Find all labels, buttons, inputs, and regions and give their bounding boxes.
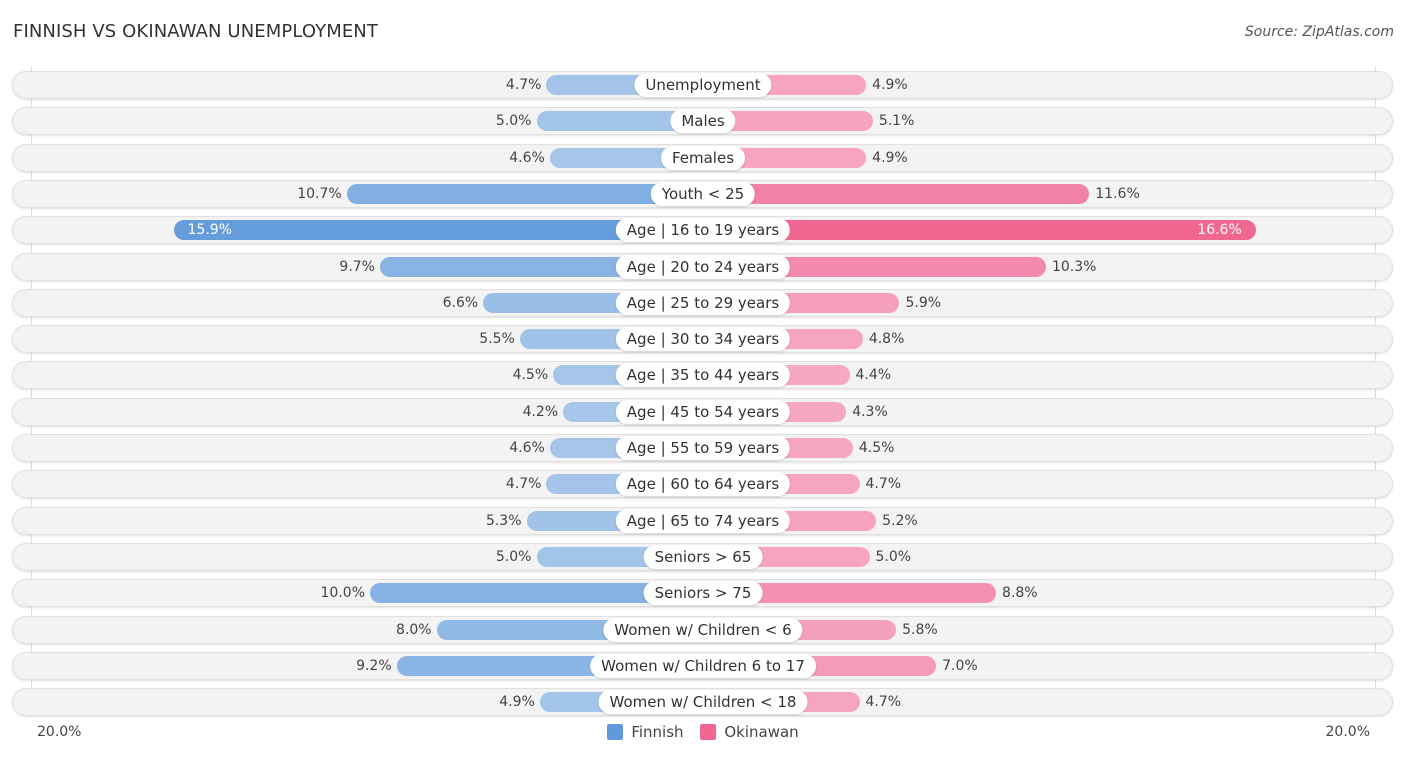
value-label-okinawan: 16.6% — [1197, 222, 1242, 239]
chart-row: 5.0% 5.0% Seniors > 65 — [12, 542, 1393, 571]
legend-swatch-finnish — [607, 724, 624, 740]
value-label-finnish: 4.7% — [505, 77, 542, 93]
category-label: Women w/ Children < 6 — [603, 617, 803, 642]
value-label-okinawan: 4.7% — [865, 476, 902, 493]
value-label-finnish: 5.0% — [495, 113, 532, 130]
category-label: Unemployment — [634, 73, 772, 97]
value-label-finnish: 5.5% — [479, 331, 515, 348]
value-label-finnish: 4.5% — [512, 367, 549, 384]
chart-row: 4.2% 4.3% Age | 45 to 54 years — [12, 397, 1393, 426]
value-label-okinawan: 10.3% — [1051, 258, 1097, 275]
category-label: Age | 30 to 34 years — [615, 327, 791, 352]
value-label-okinawan: 4.4% — [855, 367, 892, 384]
value-label-finnish: 5.3% — [485, 512, 522, 529]
value-label-okinawan: 4.5% — [858, 440, 895, 456]
value-label-okinawan: 5.8% — [902, 621, 938, 638]
bar-okinawan[interactable] — [703, 183, 1090, 204]
category-label: Seniors > 65 — [643, 544, 763, 569]
chart-row: 4.7% 4.9% Unemployment — [12, 71, 1393, 99]
value-label-finnish: 10.0% — [320, 585, 365, 602]
value-label-okinawan: 5.1% — [878, 113, 915, 130]
chart-row: 8.0% 5.8% Women w/ Children < 6 — [12, 615, 1393, 644]
chart-row: 15.9% 16.6% Age | 16 to 19 years — [12, 216, 1393, 245]
value-label-okinawan: 5.9% — [905, 294, 942, 311]
value-label-finnish: 4.6% — [509, 440, 545, 456]
value-label-finnish: 4.9% — [499, 694, 535, 711]
value-label-okinawan: 5.2% — [882, 512, 918, 529]
value-label-okinawan: 4.7% — [865, 694, 902, 711]
value-label-okinawan: 5.0% — [875, 548, 912, 565]
legend-label-okinawan: Okinawan — [724, 723, 799, 741]
value-label-finnish: 8.0% — [396, 621, 432, 638]
value-label-finnish: 9.7% — [339, 258, 375, 275]
value-label-okinawan: 4.9% — [872, 149, 908, 166]
value-label-finnish: 9.2% — [356, 657, 392, 674]
category-label: Age | 60 to 64 years — [615, 472, 791, 497]
chart-row: 9.7% 10.3% Age | 20 to 24 years — [12, 252, 1393, 281]
value-label-okinawan: 7.0% — [942, 657, 978, 674]
legend-item-okinawan[interactable]: Okinawan — [700, 723, 799, 741]
chart-row: 10.0% 8.8% Seniors > 75 — [12, 579, 1393, 608]
category-label: Age | 65 to 74 years — [615, 508, 791, 533]
legend-swatch-okinawan — [700, 724, 717, 740]
category-label: Youth < 25 — [650, 181, 756, 206]
category-label: Age | 25 to 29 years — [615, 290, 791, 315]
chart-row: 10.7% 11.6% Youth < 25 — [12, 179, 1393, 208]
chart-row: 5.0% 5.1% Males — [12, 107, 1393, 136]
value-label-finnish: 4.6% — [509, 149, 545, 166]
value-label-okinawan: 11.6% — [1095, 185, 1140, 202]
value-label-okinawan: 4.9% — [872, 77, 908, 93]
chart-row: 9.2% 7.0% Women w/ Children 6 to 17 — [12, 651, 1393, 680]
chart-row: 4.9% 4.7% Women w/ Children < 18 — [12, 688, 1393, 717]
chart-row: 4.6% 4.5% Age | 55 to 59 years — [12, 434, 1393, 462]
chart-row: 5.5% 4.8% Age | 30 to 34 years — [12, 325, 1393, 354]
value-label-okinawan: 4.8% — [868, 331, 905, 348]
chart-row: 4.7% 4.7% Age | 60 to 64 years — [12, 470, 1393, 499]
bar-finnish[interactable] — [346, 183, 703, 204]
category-label: Males — [670, 109, 736, 134]
category-label: Age | 55 to 59 years — [615, 436, 791, 460]
chart-row: 4.5% 4.4% Age | 35 to 44 years — [12, 361, 1393, 390]
category-label: Women w/ Children < 18 — [598, 690, 808, 715]
chart-row: 6.6% 5.9% Age | 25 to 29 years — [12, 288, 1393, 317]
value-label-finnish: 15.9% — [187, 222, 232, 239]
legend-item-finnish[interactable]: Finnish — [607, 723, 684, 741]
chart-row: 5.3% 5.2% Age | 65 to 74 years — [12, 506, 1393, 535]
category-label: Age | 20 to 24 years — [615, 254, 791, 279]
category-label: Age | 35 to 44 years — [615, 363, 791, 388]
source-label: Source: ZipAtlas.com — [1244, 24, 1394, 40]
value-label-finnish: 4.2% — [522, 403, 559, 420]
category-label: Age | 16 to 19 years — [615, 218, 791, 243]
value-label-okinawan: 4.3% — [852, 403, 888, 420]
legend: Finnish Okinawan — [0, 723, 1406, 744]
value-label-finnish: 6.6% — [442, 294, 479, 311]
value-label-finnish: 5.0% — [495, 548, 532, 565]
value-label-finnish: 4.7% — [505, 476, 542, 493]
chart-row: 4.6% 4.9% Females — [12, 143, 1393, 172]
value-label-finnish: 10.7% — [297, 185, 342, 202]
legend-label-finnish: Finnish — [631, 723, 684, 741]
chart-title: FINNISH VS OKINAWAN UNEMPLOYMENT — [13, 21, 378, 42]
value-label-okinawan: 8.8% — [1002, 585, 1038, 602]
category-label: Women w/ Children 6 to 17 — [590, 653, 816, 678]
category-label: Age | 45 to 54 years — [615, 399, 791, 424]
category-label: Females — [660, 145, 746, 170]
category-label: Seniors > 75 — [643, 581, 763, 606]
